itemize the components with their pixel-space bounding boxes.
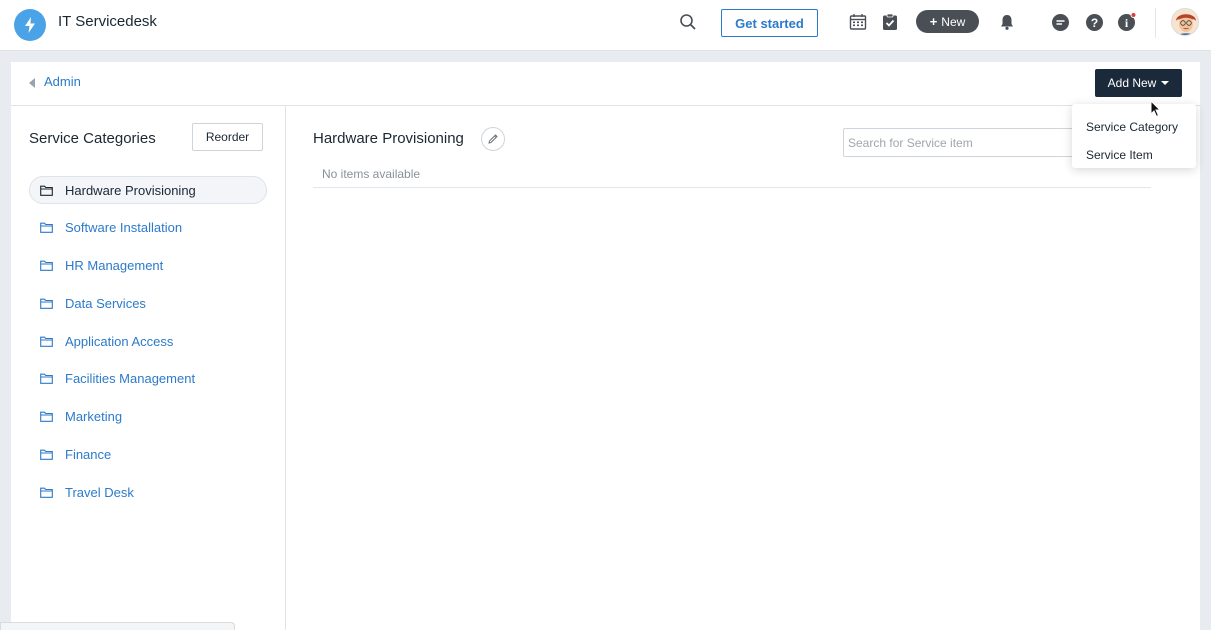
folder-icon [40,185,53,196]
help-icon[interactable]: ? [1084,11,1104,33]
service-categories-sidebar: Service Categories Reorder Hardware Prov… [11,106,286,630]
folder-icon [40,260,53,271]
sidebar-category-item[interactable]: Application Access [29,327,267,355]
add-new-label: Add New [1107,76,1157,90]
new-button[interactable]: + New [916,10,979,33]
info-icon[interactable]: i [1117,11,1137,33]
app-logo[interactable] [14,9,46,41]
sidebar-category-item[interactable]: Software Installation [29,214,267,242]
new-button-label: New [941,14,966,29]
main-title: Hardware Provisioning [313,130,464,147]
header-row: Admin Add New [11,62,1200,106]
menu-item-service-category[interactable]: Service Category [1072,113,1196,141]
add-new-button[interactable]: Add New [1095,69,1182,97]
empty-state-text: No items available [322,167,421,181]
sidebar-category-item[interactable]: Hardware Provisioning [29,176,267,204]
sidebar-category-item[interactable]: Data Services [29,289,267,317]
calendar-icon[interactable] [848,11,868,33]
folder-icon [40,222,53,234]
sidebar-category-item[interactable]: Finance [29,441,267,469]
sidebar-category-label: Data Services [65,295,146,311]
search-icon[interactable] [678,11,698,33]
task-clipboard-icon[interactable] [880,11,900,33]
plus-icon: + [929,14,938,29]
sidebar-category-label: Marketing [65,409,123,425]
menu-item-service-item[interactable]: Service Item [1072,141,1196,169]
sidebar-category-label: Application Access [65,333,174,349]
sidebar-category-label: Hardware Provisioning [65,182,196,198]
reorder-button[interactable]: Reorder [192,123,263,151]
main-divider [313,187,1151,188]
back-arrow-icon[interactable] [29,78,35,88]
browser-status-bar [0,622,235,630]
chat-icon[interactable] [1050,11,1070,33]
service-item-search-input[interactable] [843,128,1093,157]
folder-icon [40,298,53,309]
add-new-dropdown-menu: Service Category Service Item [1072,104,1196,168]
topbar-divider [1155,8,1156,38]
sidebar-category-item[interactable]: Facilities Management [29,365,267,393]
get-started-button[interactable]: Get started [721,9,818,37]
lightning-icon [25,17,35,33]
app-title: IT Servicedesk [58,13,157,30]
caret-down-icon [1161,81,1170,85]
pencil-icon [488,134,498,144]
folder-icon [40,487,53,498]
page-container: Admin Add New Service Categories Reorder… [11,62,1200,630]
folder-icon [40,411,53,423]
category-list: Hardware Provisioning Software Installati… [29,176,267,516]
breadcrumb-admin[interactable]: Admin [44,74,81,89]
folder-icon [40,373,53,385]
edit-category-button[interactable] [481,127,505,151]
top-navigation-bar: IT Servicedesk Get started + New ? i [0,0,1211,51]
sidebar-category-label: Finance [65,447,112,463]
sidebar-category-label: Facilities Management [65,371,196,387]
folder-icon [40,449,53,460]
svg-text:?: ? [1090,16,1097,30]
sidebar-category-label: Software Installation [65,220,183,236]
user-avatar[interactable] [1171,8,1199,36]
mouse-pointer-icon [1150,99,1162,121]
sidebar-category-item[interactable]: HR Management [29,252,267,280]
sidebar-category-label: HR Management [65,258,164,274]
sidebar-category-label: Travel Desk [65,484,134,500]
sidebar-category-item[interactable]: Travel Desk [29,478,267,506]
sidebar-title: Service Categories [29,130,156,147]
notifications-bell-icon[interactable] [997,11,1017,33]
sidebar-category-item[interactable]: Marketing [29,403,267,431]
folder-icon [40,336,53,347]
